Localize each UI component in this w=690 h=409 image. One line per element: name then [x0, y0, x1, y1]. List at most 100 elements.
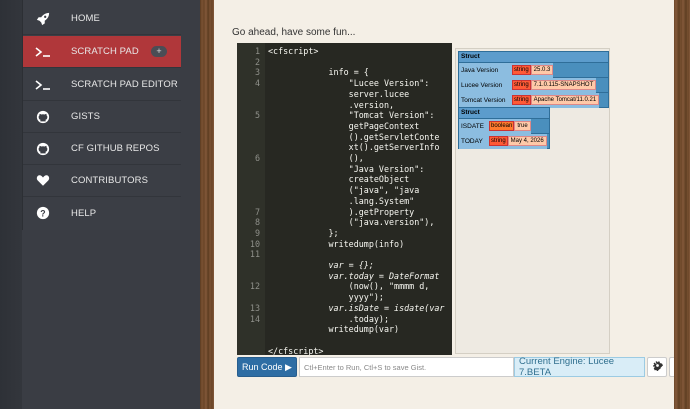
gear-icon: [652, 358, 663, 376]
code-text: };: [268, 227, 339, 238]
nav-item-cf-github-repos[interactable]: CF GITHUB REPOS: [23, 133, 181, 165]
nav-item-contributors[interactable]: CONTRIBUTORS: [23, 165, 181, 197]
nav-item-scratch-pad-editor[interactable]: SCRATCH PAD EDITOR: [23, 69, 181, 101]
code-text: "Lucee Version":: [268, 78, 430, 89]
struct-key: Tomcat Version: [459, 92, 510, 108]
line-number: 2: [254, 56, 260, 67]
run-code-button[interactable]: Run Code ▶: [237, 357, 297, 377]
struct-value: 25.0.3: [530, 65, 554, 75]
dump-output: Struct Java Version string 25.0.3 Lucee …: [455, 48, 610, 354]
struct-key: Lucee Version: [459, 77, 510, 93]
nav-item-home[interactable]: HOME: [23, 3, 181, 35]
struct-row: Java Version string 25.0.3: [459, 62, 608, 78]
hint-field: Ctl+Enter to Run, Ctl+S to save Gist.: [299, 357, 514, 377]
code-text: (now(), "mmmm d,: [268, 281, 430, 292]
code-text: var = {};: [268, 260, 374, 270]
struct-row: Lucee Version string 7.1.0.115-SNAPSHOT: [459, 77, 608, 93]
code-text: "Java Version":: [268, 163, 425, 174]
sidebar-edge: [0, 0, 22, 409]
type-badge: string: [512, 80, 531, 90]
question-icon: ?: [23, 197, 63, 229]
nav-item-help[interactable]: ? HELP: [23, 197, 181, 229]
nav-item-scratch-pad[interactable]: SCRATCH PAD +: [23, 36, 181, 68]
add-badge[interactable]: +: [151, 46, 167, 57]
code-text: server.lucee: [268, 88, 410, 99]
struct-key: ISDATE: [459, 118, 487, 134]
struct-row: Tomcat Version string Apache Tomcat/11.0…: [459, 92, 608, 108]
main-panel: Go ahead, have some fun... 1 <cfscript> 2 3…: [214, 0, 689, 409]
nav-item-label: CONTRIBUTORS: [71, 175, 149, 186]
type-badge: boolean: [489, 121, 515, 131]
code-text: .today);: [268, 313, 390, 324]
type-badge: string: [512, 95, 531, 105]
line-number: 8: [254, 217, 260, 228]
code-text: </cfscript>: [268, 345, 324, 355]
nav-item-label: HOME: [71, 13, 100, 24]
svg-text:?: ?: [40, 209, 45, 219]
line-number: 3: [254, 67, 260, 78]
code-text: ().getServletConte: [268, 131, 440, 142]
rocket-icon: [23, 3, 63, 35]
code-text: getPageContext: [268, 120, 420, 131]
type-badge: string: [512, 65, 531, 75]
line-number: 7: [254, 206, 260, 217]
struct-dump-var: Struct ISDATE boolean true TODAY string …: [458, 107, 550, 149]
line-number: 1: [254, 46, 260, 56]
line-number: 4: [254, 78, 260, 89]
code-text: ).getProperty: [268, 206, 415, 217]
wood-divider: [200, 0, 214, 409]
code-text: writedump(var): [268, 324, 400, 335]
struct-value: 7.1.0.115-SNAPSHOT: [530, 80, 597, 90]
github-icon: [23, 133, 63, 165]
code-text: createObject: [268, 174, 410, 185]
struct-dump-info: Struct Java Version string 25.0.3 Lucee …: [458, 51, 609, 108]
code-text: "Tomcat Version":: [268, 110, 435, 121]
wood-divider-right: [674, 0, 690, 409]
line-number: 6: [254, 153, 260, 163]
terminal-icon: [23, 36, 63, 68]
line-number: 9: [254, 227, 260, 238]
intro-text: Go ahead, have some fun...: [232, 27, 356, 38]
code-text: .version,: [268, 99, 395, 110]
line-number: 12: [249, 281, 260, 292]
struct-row: TODAY string May 4, 2026: [459, 133, 549, 149]
code-text: info = {: [268, 67, 369, 78]
struct-row: ISDATE boolean true: [459, 118, 549, 134]
code-text: var.isDate = isdate(var: [268, 302, 445, 313]
struct-key: TODAY: [459, 133, 487, 149]
line-number: 14: [249, 313, 260, 324]
editor-toolbar: Run Code ▶ Ctl+Enter to Run, Ctl+S to sa…: [237, 356, 689, 378]
struct-value: true: [514, 121, 531, 131]
terminal-icon: [23, 69, 63, 101]
struct-header: Struct: [459, 108, 549, 118]
code-text: (),: [268, 153, 364, 163]
line-number: 11: [249, 249, 260, 260]
line-number: 13: [249, 302, 260, 313]
struct-value: May 4, 2026: [507, 136, 547, 146]
heart-icon: [23, 165, 63, 197]
code-text: xt().getServerInfo: [268, 142, 440, 153]
nav-item-gists[interactable]: GISTS: [23, 101, 181, 133]
code-text: ("java", "java: [268, 185, 420, 196]
struct-value: Apache Tomcat/11.0.21: [530, 95, 600, 105]
code-text: ("java.version"),: [268, 217, 435, 228]
line-number: 10: [249, 238, 260, 249]
code-text: var.today = DateFormat: [268, 270, 440, 281]
struct-header: Struct: [459, 52, 608, 62]
nav-item-label: SCRATCH PAD EDITOR: [71, 79, 178, 90]
line-number: 5: [254, 110, 260, 121]
sidebar-nav: HOME SCRATCH PAD + SCRATCH PAD EDITOR GI…: [22, 0, 181, 230]
engine-selector[interactable]: Current Engine: Lucee 7.BETA: [514, 356, 645, 378]
struct-key: Java Version: [459, 62, 510, 78]
github-icon: [23, 101, 63, 133]
code-text: <cfscript>: [268, 46, 319, 56]
code-editor[interactable]: 1 <cfscript> 2 3 info = { 4 "Lucee Version":…: [237, 43, 452, 355]
code-text: writedump(info): [268, 238, 405, 249]
nav-item-label: CF GITHUB REPOS: [71, 143, 160, 154]
nav-item-label: GISTS: [71, 111, 101, 122]
nav-item-label: HELP: [71, 207, 97, 219]
nav-item-label: SCRATCH PAD: [71, 46, 139, 57]
settings-button[interactable]: [647, 357, 667, 377]
code-text: yyyy");: [268, 292, 384, 303]
type-badge: string: [489, 136, 508, 146]
